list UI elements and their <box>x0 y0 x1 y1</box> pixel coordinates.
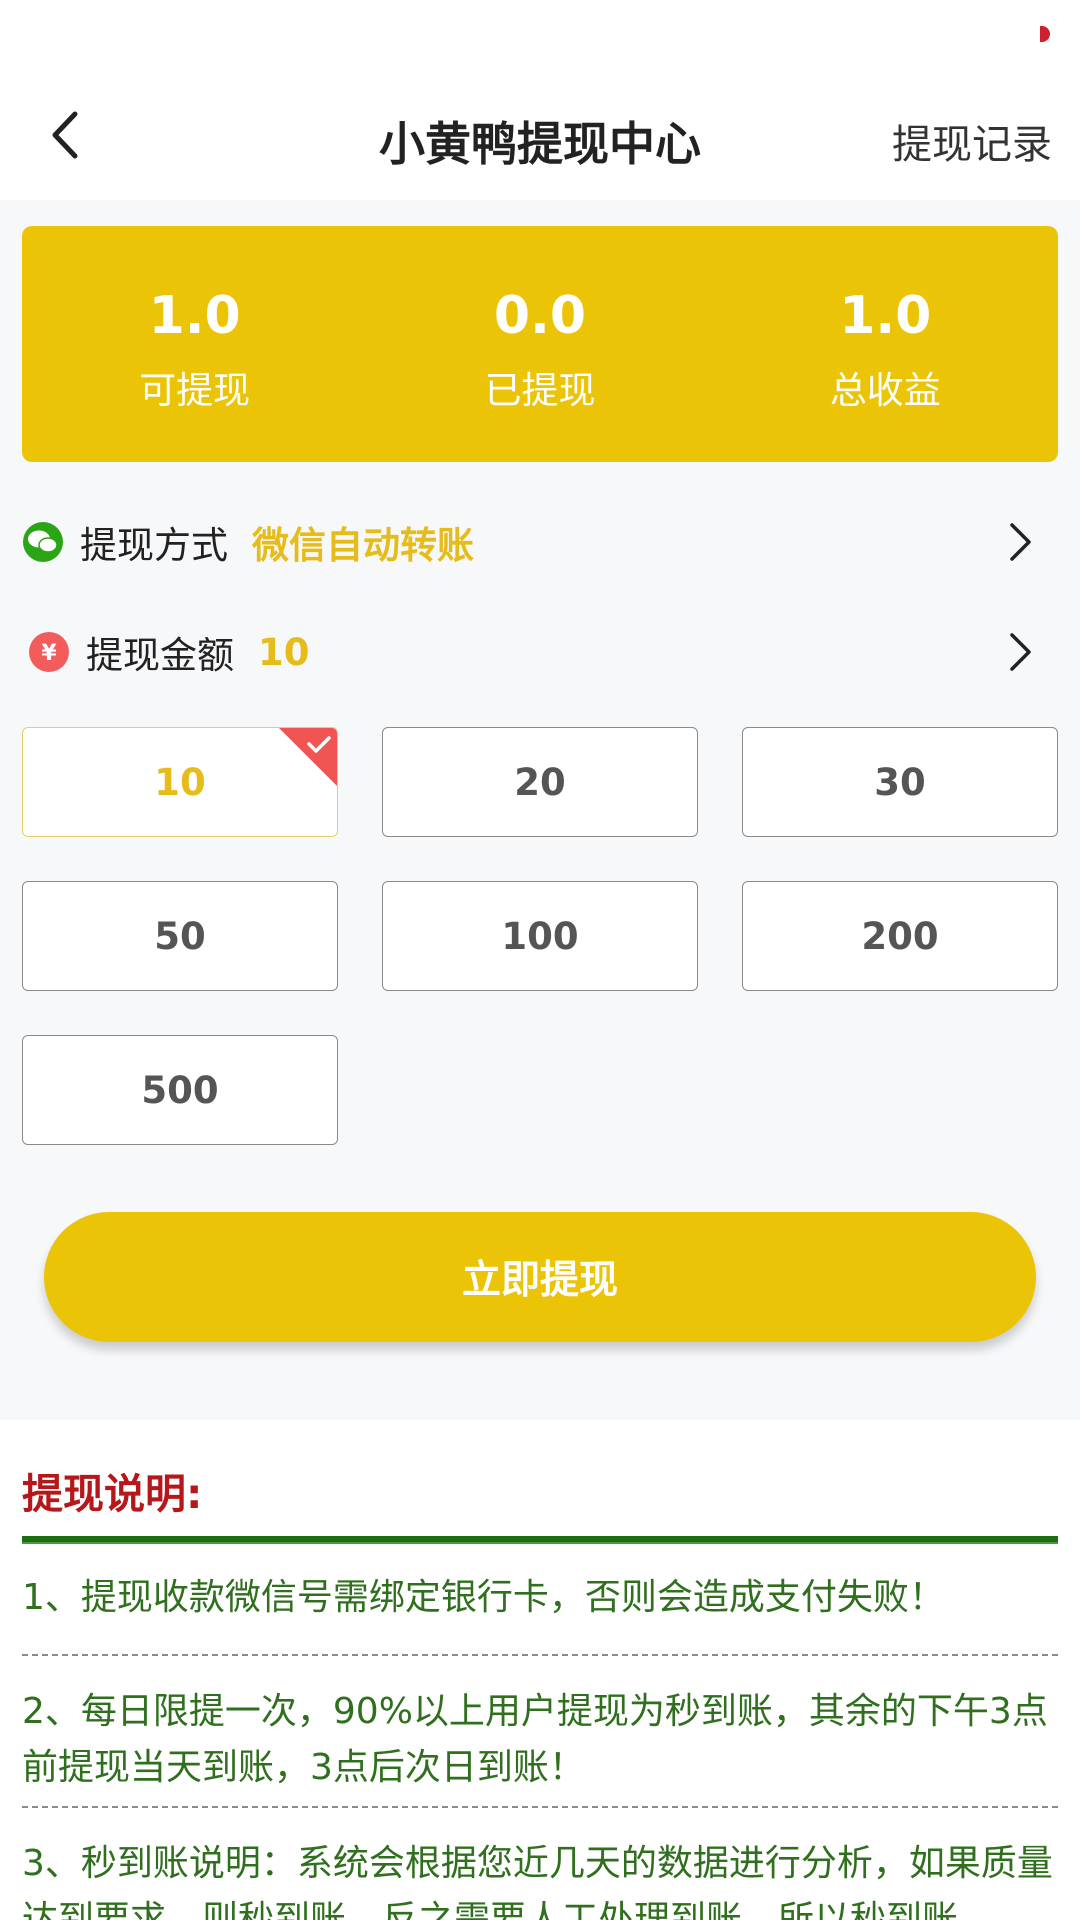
summary-card: 1.0 可提现 0.0 已提现 1.0 总收益 <box>22 226 1058 462</box>
amount-option-10[interactable]: 10 <box>22 727 338 837</box>
dashed-divider <box>22 1806 1058 1808</box>
stat-value: 0.0 <box>493 286 587 346</box>
withdraw-history-link[interactable]: 提现记录 <box>892 112 1052 170</box>
chevron-right-icon <box>998 630 1042 674</box>
amount-label: 10 <box>154 760 206 804</box>
status-bar <box>0 0 1080 70</box>
withdraw-amount-row[interactable]: ¥ 提现金额 10 <box>22 612 1058 692</box>
amount-option-30[interactable]: 30 <box>742 727 1058 837</box>
amount-label: 50 <box>154 914 206 958</box>
stat-value: 1.0 <box>148 286 241 346</box>
withdraw-method-label: 提现方式 <box>80 524 228 567</box>
amount-option-50[interactable]: 50 <box>22 881 338 991</box>
amount-label: 200 <box>861 914 939 958</box>
dashed-divider <box>22 1654 1058 1656</box>
amount-label: 20 <box>514 760 566 804</box>
amount-label: 500 <box>141 1068 219 1112</box>
stat-value: 1.0 <box>839 286 932 346</box>
note-item: 1、提现收款微信号需绑定银行卡，否则会造成支付失败！ <box>22 1577 945 1618</box>
stat-label: 可提现 <box>139 369 251 412</box>
withdraw-amount-label: 提现金额 <box>86 634 234 677</box>
stat-label: 总收益 <box>829 369 941 412</box>
notification-dot <box>1040 26 1050 42</box>
yuan-icon: ¥ <box>28 631 70 673</box>
notes-divider <box>22 1536 1058 1544</box>
stat-available: 1.0 可提现 <box>22 226 367 462</box>
amount-option-20[interactable]: 20 <box>382 727 698 837</box>
withdraw-notes: 提现说明: 1、提现收款微信号需绑定银行卡，否则会造成支付失败！ 2、每日限提一… <box>0 1420 1080 1920</box>
stat-total: 1.0 总收益 <box>713 226 1058 462</box>
amount-option-500[interactable]: 500 <box>22 1035 338 1145</box>
svg-text:¥: ¥ <box>41 641 57 666</box>
nav-bar: 小黄鸭提现中心 提现记录 <box>0 70 1080 200</box>
stat-withdrawn: 0.0 已提现 <box>367 226 712 462</box>
notes-title: 提现说明: <box>22 1470 203 1518</box>
amount-option-200[interactable]: 200 <box>742 881 1058 991</box>
withdraw-amount-value: 10 <box>258 630 310 674</box>
stat-label: 已提现 <box>484 369 596 412</box>
amount-option-100[interactable]: 100 <box>382 881 698 991</box>
withdraw-method-value: 微信自动转账 <box>252 524 474 567</box>
note-item: 2、每日限提一次，90%以上用户提现为秒到账，其余的下午3点前提现当天到账，3点… <box>22 1691 1048 1788</box>
chevron-right-icon <box>998 520 1042 564</box>
note-item: 3、秒到账说明：系统会根据您近几天的数据进行分析，如果质量达到要求，则秒到账，反… <box>22 1843 1053 1920</box>
withdraw-now-button[interactable]: 立即提现 <box>44 1212 1036 1342</box>
amount-label: 100 <box>501 914 579 958</box>
wechat-icon <box>22 521 64 563</box>
amount-label: 30 <box>874 760 926 804</box>
check-corner-icon <box>279 728 337 786</box>
withdraw-method-row[interactable]: 提现方式 微信自动转账 <box>22 502 1058 582</box>
